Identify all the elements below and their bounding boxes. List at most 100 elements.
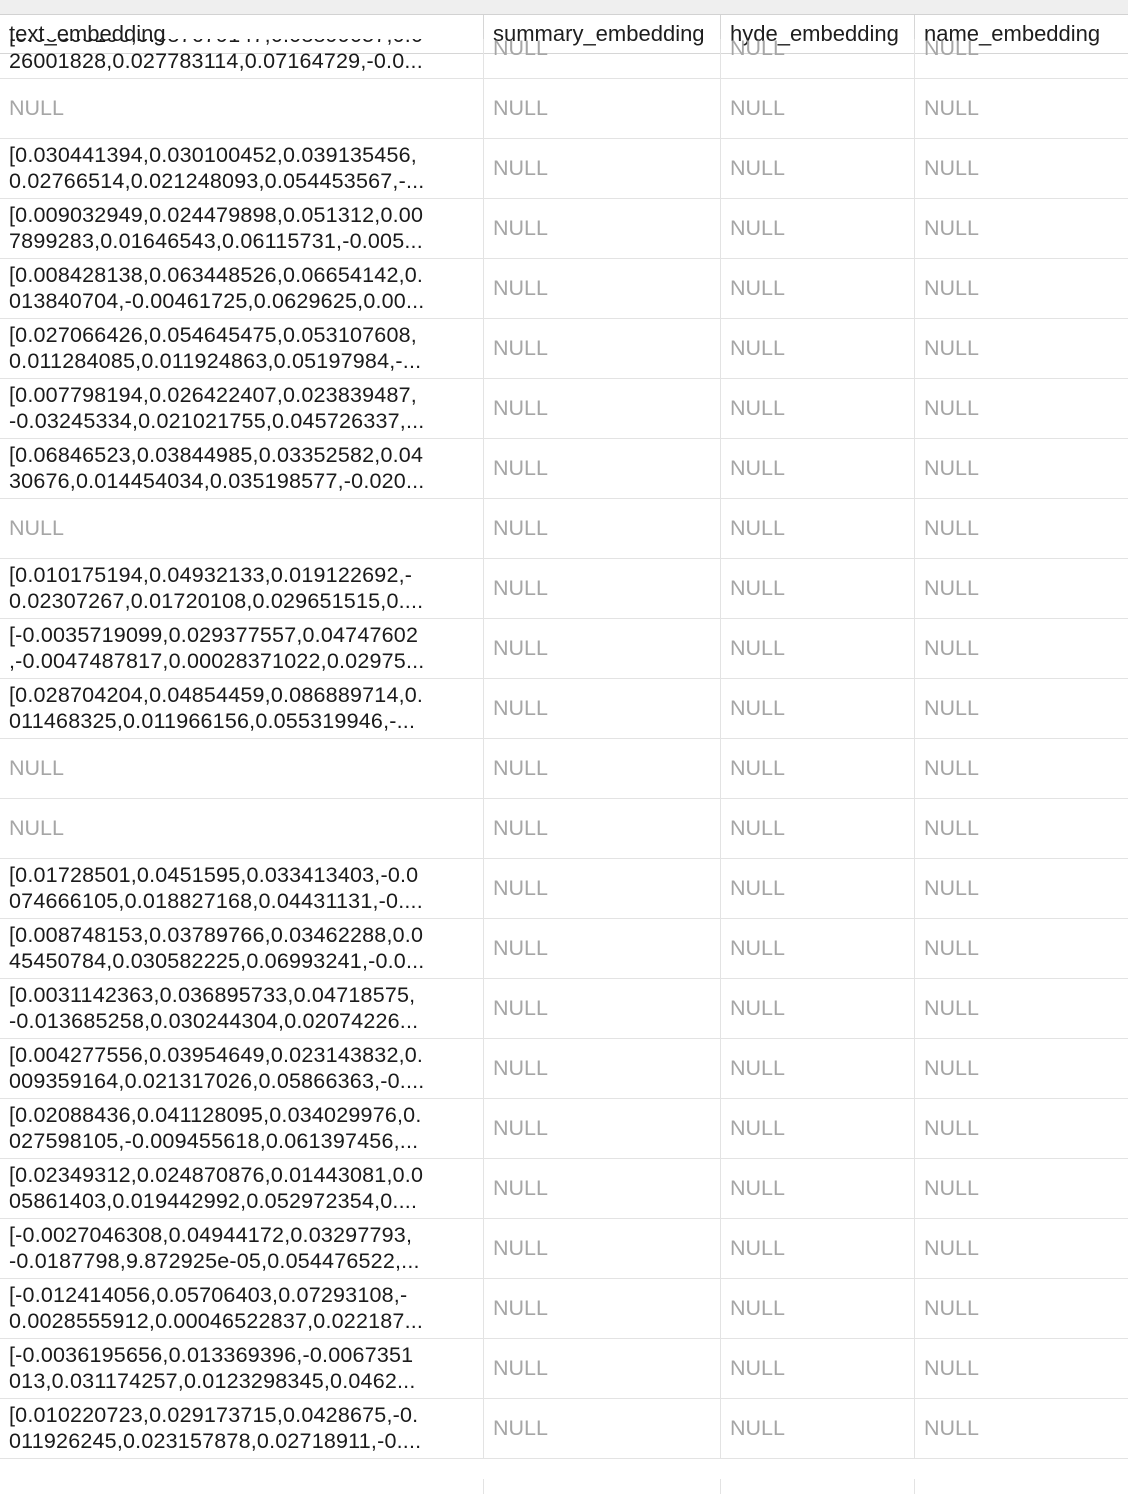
cell-name-embedding[interactable]: NULL xyxy=(915,39,1128,78)
cell-summary-embedding[interactable]: NULL xyxy=(484,259,721,318)
cell-text-embedding[interactable]: NULL xyxy=(0,799,484,858)
cell-text-embedding[interactable]: [0.008428138,0.063448526,0.06654142,0. 01… xyxy=(0,259,484,318)
cell-hyde-embedding[interactable]: NULL xyxy=(721,319,915,378)
table-row[interactable]: [0.0031142363,0.036895733,0.04718575, -0.… xyxy=(0,979,1128,1039)
cell-summary-embedding[interactable]: NULL xyxy=(484,979,721,1038)
cell-name-embedding[interactable]: NULL xyxy=(915,1279,1128,1338)
table-row[interactable]: [-0.0027046308,0.04944172,0.03297793, -0.… xyxy=(0,1219,1128,1279)
cell-text-embedding[interactable]: NULL xyxy=(0,739,484,798)
cell-text-embedding[interactable]: [-0.0036195656,0.013369396,-0.0067351 013… xyxy=(0,1339,484,1398)
cell-summary-embedding[interactable]: NULL xyxy=(484,559,721,618)
cell-summary-embedding[interactable]: NULL xyxy=(484,379,721,438)
cell-name-embedding[interactable]: NULL xyxy=(915,1039,1128,1098)
cell-hyde-embedding[interactable]: NULL xyxy=(721,919,915,978)
cell-name-embedding[interactable]: NULL xyxy=(915,439,1128,498)
cell-hyde-embedding[interactable]: NULL xyxy=(721,619,915,678)
cell-name-embedding[interactable]: NULL xyxy=(915,1339,1128,1398)
cell-name-embedding[interactable]: NULL xyxy=(915,859,1128,918)
table-row[interactable]: [0.01728501,0.0451595,0.033413403,-0.0 07… xyxy=(0,859,1128,919)
cell-text-embedding[interactable]: [-0.012414056,0.05706403,0.07293108,- 0.0… xyxy=(0,1279,484,1338)
cell-text-embedding[interactable]: [0.02088436,0.041128095,0.034029976,0. 02… xyxy=(0,1099,484,1158)
cell-name-embedding[interactable]: NULL xyxy=(915,1219,1128,1278)
cell-summary-embedding[interactable]: NULL xyxy=(484,199,721,258)
table-row[interactable]: [0.03303196,0.037679147,0.03899057,0.026… xyxy=(0,39,1128,79)
cell-name-embedding[interactable]: NULL xyxy=(915,1099,1128,1158)
cell-name-embedding[interactable]: NULL xyxy=(915,559,1128,618)
table-row[interactable]: [0.06846523,0.03844985,0.03352582,0.04 30… xyxy=(0,439,1128,499)
cell-name-embedding[interactable]: NULL xyxy=(915,679,1128,738)
cell-hyde-embedding[interactable]: NULL xyxy=(721,799,915,858)
cell-name-embedding[interactable]: NULL xyxy=(915,739,1128,798)
cell-text-embedding[interactable]: [0.03303196,0.037679147,0.03899057,0.026… xyxy=(0,39,484,78)
cell-text-embedding[interactable]: [-0.0027046308,0.04944172,0.03297793, -0.… xyxy=(0,1219,484,1278)
cell-hyde-embedding[interactable]: NULL xyxy=(721,439,915,498)
cell-hyde-embedding[interactable]: NULL xyxy=(721,1039,915,1098)
table-row[interactable]: [0.004277556,0.03954649,0.023143832,0. 00… xyxy=(0,1039,1128,1099)
cell-text-embedding[interactable]: [0.007798194,0.026422407,0.023839487, -0.… xyxy=(0,379,484,438)
cell-hyde-embedding[interactable]: NULL xyxy=(721,1279,915,1338)
cell-text-embedding[interactable]: [0.028704204,0.04854459,0.086889714,0. 01… xyxy=(0,679,484,738)
cell-text-embedding[interactable]: [0.009032949,0.024479898,0.051312,0.00 78… xyxy=(0,199,484,258)
cell-text-embedding[interactable]: [0.008748153,0.03789766,0.03462288,0.0 45… xyxy=(0,919,484,978)
table-row[interactable]: [0.028704204,0.04854459,0.086889714,0. 01… xyxy=(0,679,1128,739)
cell-text-embedding[interactable]: [0.004277556,0.03954649,0.023143832,0. 00… xyxy=(0,1039,484,1098)
cell-summary-embedding[interactable]: NULL xyxy=(484,439,721,498)
cell-summary-embedding[interactable]: NULL xyxy=(484,1159,721,1218)
table-row[interactable]: [0.009032949,0.024479898,0.051312,0.00 78… xyxy=(0,199,1128,259)
cell-hyde-embedding[interactable]: NULL xyxy=(721,1399,915,1458)
cell-hyde-embedding[interactable]: NULL xyxy=(721,679,915,738)
table-row[interactable]: [-0.0035719099,0.029377557,0.04747602 ,-0… xyxy=(0,619,1128,679)
cell-summary-embedding[interactable]: NULL xyxy=(484,1039,721,1098)
table-row[interactable]: [0.008748153,0.03789766,0.03462288,0.0 45… xyxy=(0,919,1128,979)
cell-summary-embedding[interactable]: NULL xyxy=(484,39,721,78)
table-row[interactable]: [0.010220723,0.029173715,0.0428675,-0. 01… xyxy=(0,1399,1128,1459)
cell-text-embedding[interactable]: [0.01728501,0.0451595,0.033413403,-0.0 07… xyxy=(0,859,484,918)
cell-hyde-embedding[interactable]: NULL xyxy=(721,199,915,258)
cell-summary-embedding[interactable]: NULL xyxy=(484,1279,721,1338)
cell-summary-embedding[interactable]: NULL xyxy=(484,79,721,138)
table-row[interactable]: [0.008428138,0.063448526,0.06654142,0. 01… xyxy=(0,259,1128,319)
cell-summary-embedding[interactable]: NULL xyxy=(484,1099,721,1158)
table-row[interactable]: NULL NULL NULL NULL xyxy=(0,79,1128,139)
cell-hyde-embedding[interactable]: NULL xyxy=(721,1339,915,1398)
table-row[interactable]: NULL NULL NULL NULL xyxy=(0,799,1128,859)
table-row[interactable]: [0.027066426,0.054645475,0.053107608, 0.0… xyxy=(0,319,1128,379)
cell-hyde-embedding[interactable]: NULL xyxy=(721,859,915,918)
cell-summary-embedding[interactable]: NULL xyxy=(484,1399,721,1458)
cell-name-embedding[interactable]: NULL xyxy=(915,319,1128,378)
cell-summary-embedding[interactable]: NULL xyxy=(484,1339,721,1398)
cell-summary-embedding[interactable]: NULL xyxy=(484,1219,721,1278)
table-row[interactable]: [0.007798194,0.026422407,0.023839487, -0.… xyxy=(0,379,1128,439)
cell-summary-embedding[interactable]: NULL xyxy=(484,619,721,678)
cell-hyde-embedding[interactable]: NULL xyxy=(721,499,915,558)
table-row[interactable]: NULL NULL NULL NULL xyxy=(0,499,1128,559)
cell-text-embedding[interactable]: NULL xyxy=(0,499,484,558)
cell-hyde-embedding[interactable]: NULL xyxy=(721,1159,915,1218)
table-row[interactable]: NULL NULL NULL NULL xyxy=(0,739,1128,799)
cell-text-embedding[interactable]: [0.010175194,0.04932133,0.019122692,- 0.0… xyxy=(0,559,484,618)
cell-text-embedding[interactable]: [0.030441394,0.030100452,0.039135456, 0.0… xyxy=(0,139,484,198)
cell-name-embedding[interactable]: NULL xyxy=(915,919,1128,978)
cell-summary-embedding[interactable]: NULL xyxy=(484,139,721,198)
cell-name-embedding[interactable]: NULL xyxy=(915,199,1128,258)
cell-name-embedding[interactable]: NULL xyxy=(915,379,1128,438)
cell-name-embedding[interactable]: NULL xyxy=(915,259,1128,318)
cell-summary-embedding[interactable]: NULL xyxy=(484,499,721,558)
cell-summary-embedding[interactable]: NULL xyxy=(484,859,721,918)
cell-hyde-embedding[interactable]: NULL xyxy=(721,259,915,318)
cell-text-embedding[interactable]: [0.010220723,0.029173715,0.0428675,-0. 01… xyxy=(0,1399,484,1458)
cell-summary-embedding[interactable]: NULL xyxy=(484,739,721,798)
table-row[interactable]: [0.030441394,0.030100452,0.039135456, 0.0… xyxy=(0,139,1128,199)
cell-name-embedding[interactable]: NULL xyxy=(915,79,1128,138)
cell-hyde-embedding[interactable]: NULL xyxy=(721,1219,915,1278)
table-row[interactable]: [0.010175194,0.04932133,0.019122692,- 0.0… xyxy=(0,559,1128,619)
cell-hyde-embedding[interactable]: NULL xyxy=(721,979,915,1038)
cell-hyde-embedding[interactable]: NULL xyxy=(721,139,915,198)
cell-name-embedding[interactable]: NULL xyxy=(915,799,1128,858)
cell-text-embedding[interactable]: [0.02349312,0.024870876,0.01443081,0.0 05… xyxy=(0,1159,484,1218)
cell-summary-embedding[interactable]: NULL xyxy=(484,319,721,378)
cell-name-embedding[interactable]: NULL xyxy=(915,139,1128,198)
cell-hyde-embedding[interactable]: NULL xyxy=(721,559,915,618)
cell-hyde-embedding[interactable]: NULL xyxy=(721,379,915,438)
cell-text-embedding[interactable]: [0.06846523,0.03844985,0.03352582,0.04 30… xyxy=(0,439,484,498)
